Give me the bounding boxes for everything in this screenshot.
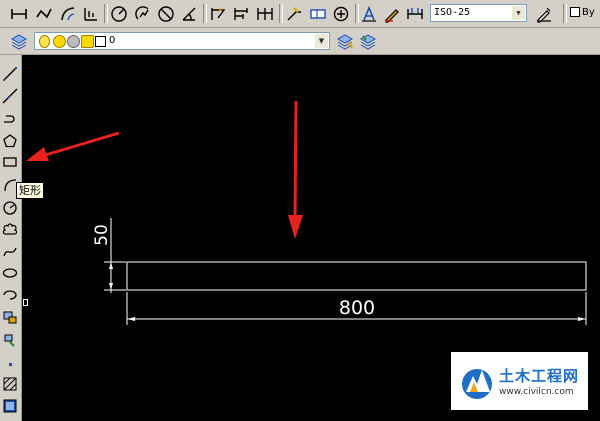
radius-dim-icon[interactable] <box>108 3 130 24</box>
jogged-dim-icon[interactable] <box>132 3 154 24</box>
layer-lock-icon[interactable] <box>81 35 94 48</box>
layer-previous-icon[interactable] <box>357 31 379 52</box>
civilcn-logo-icon <box>462 369 492 399</box>
hatch-icon[interactable] <box>1 375 19 393</box>
layer-viewport-freeze-icon[interactable] <box>67 35 80 48</box>
watermark-url: www.civilcn.com <box>499 387 574 397</box>
dimension-toolbar: ISO-25 ▼ By <box>0 0 600 28</box>
point-icon[interactable] <box>1 355 19 373</box>
dimtedit-icon[interactable] <box>381 3 403 24</box>
rectangle-entity[interactable] <box>126 261 587 291</box>
watermark-logo: 土木工程网 www.civilcn.com <box>451 352 588 410</box>
circle-icon[interactable] <box>1 199 19 217</box>
ordinate-dim-icon[interactable] <box>80 3 102 24</box>
spline-icon[interactable] <box>1 243 19 261</box>
toolbar-separator <box>563 4 567 23</box>
vertical-dimension[interactable]: 50 <box>92 218 126 293</box>
layer-on-icon[interactable] <box>39 35 50 48</box>
quick-dim-icon[interactable] <box>207 3 229 24</box>
dimstyle-manager-icon[interactable] <box>533 3 555 24</box>
quick-leader-icon[interactable] <box>283 3 305 24</box>
tolerance-icon[interactable] <box>307 3 329 24</box>
rectangle-tooltip: 矩形 <box>16 182 44 199</box>
diameter-dim-icon[interactable] <box>155 3 177 24</box>
insert-block-icon[interactable] <box>1 308 19 326</box>
angular-dim-icon[interactable] <box>178 3 200 24</box>
dimstyle-value: ISO-25 <box>434 7 471 18</box>
chevron-down-icon[interactable]: ▼ <box>512 6 525 20</box>
baseline-dim-icon[interactable] <box>230 3 252 24</box>
layers-toolbar: 0 ▼ <box>0 28 600 55</box>
layer-dropdown[interactable]: 0 ▼ <box>34 32 330 50</box>
make-object-layer-current-icon[interactable] <box>334 31 356 52</box>
center-mark-icon[interactable] <box>330 3 352 24</box>
aligned-dim-icon[interactable] <box>33 3 55 24</box>
draw-toolbar <box>0 55 22 421</box>
layer-color-icon <box>95 36 106 47</box>
color-swatch-icon <box>570 7 580 17</box>
crosshair-fragment <box>23 299 28 306</box>
make-block-icon[interactable] <box>1 331 19 349</box>
dimstyle-update-icon[interactable] <box>404 3 426 24</box>
horizontal-dimension[interactable]: 800 <box>126 292 587 325</box>
ellipse-icon[interactable] <box>1 264 19 282</box>
color-control-label: By <box>582 7 595 18</box>
polyline-icon[interactable] <box>1 109 19 127</box>
red-arrow-icon <box>26 131 120 161</box>
revcloud-icon[interactable] <box>1 221 19 239</box>
color-control[interactable]: By <box>570 4 600 22</box>
dimstyle-dropdown[interactable]: ISO-25 ▼ <box>430 4 527 22</box>
rectangle-icon[interactable] <box>1 153 19 171</box>
red-arrow-icon <box>288 100 303 239</box>
line-icon[interactable] <box>1 65 19 83</box>
chevron-down-icon[interactable]: ▼ <box>315 34 328 48</box>
arc-length-dim-icon[interactable] <box>57 3 79 24</box>
vertical-dimension-text: 50 <box>92 224 112 246</box>
ellipse-arc-icon[interactable] <box>1 286 19 304</box>
gradient-icon[interactable] <box>1 397 19 415</box>
construction-line-icon[interactable] <box>1 87 19 105</box>
layer-thaw-icon[interactable] <box>53 35 66 48</box>
layer-manager-icon[interactable] <box>8 31 30 52</box>
continue-dim-icon[interactable] <box>254 3 276 24</box>
horizontal-dimension-text: 800 <box>339 297 375 319</box>
polygon-icon[interactable] <box>1 132 19 150</box>
current-layer-name: 0 <box>109 35 116 46</box>
linear-dim-icon[interactable] <box>8 3 30 24</box>
dimedit-icon[interactable] <box>358 3 380 24</box>
watermark-brand: 土木工程网 <box>499 367 580 385</box>
